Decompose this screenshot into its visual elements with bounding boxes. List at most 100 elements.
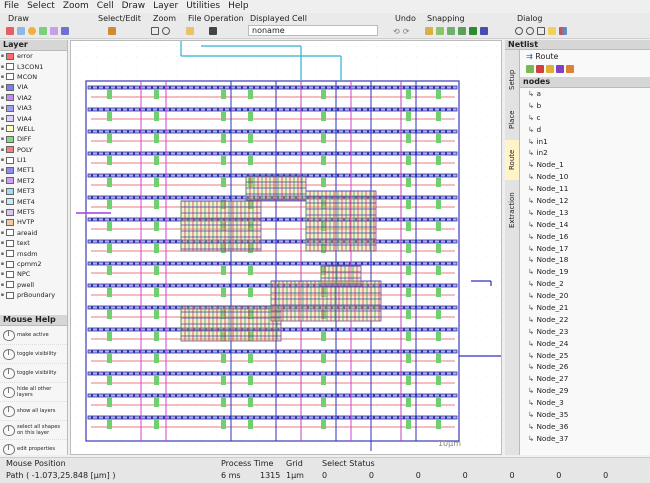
node-item[interactable]: Node_19 <box>520 266 650 278</box>
layer-row[interactable]: ▪ prBoundary <box>0 290 67 300</box>
tab-setup[interactable]: Setup <box>505 60 519 100</box>
menu-item[interactable]: Help <box>224 0 253 13</box>
route-tool-icon[interactable] <box>536 65 544 73</box>
visibility-checkbox[interactable]: ▪ <box>0 178 5 184</box>
node-item[interactable]: Node_12 <box>520 195 650 207</box>
tab-place[interactable]: Place <box>505 102 519 138</box>
layer-row[interactable]: ▪ WELL <box>0 124 67 134</box>
visibility-checkbox[interactable]: ▪ <box>0 282 5 288</box>
route-tool-icon[interactable] <box>566 65 574 73</box>
layer-row[interactable]: ▪ cpmm2 <box>0 259 67 269</box>
select-icon[interactable] <box>108 27 116 35</box>
node-item[interactable]: Node_35 <box>520 409 650 421</box>
layer-row[interactable]: ▪ MET3 <box>0 186 67 196</box>
layer-row[interactable]: ▪ VIA4 <box>0 113 67 123</box>
node-item[interactable]: Node_18 <box>520 254 650 266</box>
node-item[interactable]: Node_25 <box>520 350 650 362</box>
layer-row[interactable]: ▪ error <box>0 51 67 61</box>
node-item[interactable]: Node_14 <box>520 219 650 231</box>
layer-row[interactable]: ▪ text <box>0 238 67 248</box>
snap-vertical-icon[interactable] <box>447 27 455 35</box>
node-item[interactable]: b <box>520 100 650 112</box>
layer-row[interactable]: ▪ L3CON1 <box>0 61 67 71</box>
zoom-in-icon[interactable] <box>162 27 170 35</box>
node-item[interactable]: Node_23 <box>520 326 650 338</box>
polygon-icon[interactable] <box>17 27 25 35</box>
visibility-checkbox[interactable]: ▪ <box>0 105 5 111</box>
node-item[interactable]: d <box>520 124 650 136</box>
node-item[interactable]: Node_17 <box>520 243 650 255</box>
node-item[interactable]: Node_11 <box>520 183 650 195</box>
node-item[interactable]: Node_16 <box>520 231 650 243</box>
visibility-checkbox[interactable]: ▪ <box>0 126 5 132</box>
layer-row[interactable]: ▪ MET4 <box>0 196 67 206</box>
snap-grid-icon[interactable] <box>425 27 433 35</box>
visibility-checkbox[interactable]: ▪ <box>0 199 5 205</box>
menu-item[interactable]: Layer <box>149 0 182 13</box>
visibility-checkbox[interactable]: ▪ <box>0 240 5 246</box>
undo-icon[interactable]: ⟲ <box>393 27 400 36</box>
layer-row[interactable]: ▪ VIA2 <box>0 93 67 103</box>
snap-point-icon[interactable] <box>469 27 477 35</box>
node-item[interactable]: Node_20 <box>520 290 650 302</box>
layer-row[interactable]: ▪ DIFF <box>0 134 67 144</box>
layer-row[interactable]: ▪ LI1 <box>0 155 67 165</box>
menu-item[interactable]: Cell <box>93 0 118 13</box>
visibility-checkbox[interactable]: ▪ <box>0 74 5 80</box>
visibility-checkbox[interactable]: ▪ <box>0 292 5 298</box>
snap-edge-icon[interactable] <box>480 27 488 35</box>
node-item[interactable]: Node_1 <box>520 159 650 171</box>
visibility-checkbox[interactable]: ▪ <box>0 219 5 225</box>
visibility-checkbox[interactable]: ▪ <box>0 116 5 122</box>
visibility-checkbox[interactable]: ▪ <box>0 53 5 59</box>
layer-row[interactable]: ▪ NPC <box>0 269 67 279</box>
open-folder-icon[interactable] <box>186 27 194 35</box>
layer-row[interactable]: ▪ MCON <box>0 72 67 82</box>
text-tool-icon[interactable] <box>61 27 69 35</box>
snap-horizontal-icon[interactable] <box>458 27 466 35</box>
node-item[interactable]: Node_26 <box>520 361 650 373</box>
visibility-checkbox[interactable]: ▪ <box>0 147 5 153</box>
route-tool-icon[interactable] <box>546 65 554 73</box>
route-tool-icon[interactable] <box>526 65 534 73</box>
visibility-checkbox[interactable]: ▪ <box>0 95 5 101</box>
visibility-checkbox[interactable]: ▪ <box>0 271 5 277</box>
search-icon[interactable] <box>526 27 534 35</box>
visibility-checkbox[interactable]: ▪ <box>0 157 5 163</box>
node-item[interactable]: Node_21 <box>520 302 650 314</box>
visibility-checkbox[interactable]: ▪ <box>0 209 5 215</box>
layer-row[interactable]: ▪ pwell <box>0 280 67 290</box>
layer-row[interactable]: ▪ VIA3 <box>0 103 67 113</box>
tab-route[interactable]: Route <box>505 140 519 180</box>
displayed-cell-select[interactable]: noname <box>248 25 378 36</box>
visibility-checkbox[interactable]: ▪ <box>0 261 5 267</box>
menu-item[interactable]: Zoom <box>59 0 93 13</box>
node-item[interactable]: Node_3 <box>520 397 650 409</box>
layer-row[interactable]: ▪ VIA <box>0 82 67 92</box>
layer-row[interactable]: ▪ MET5 <box>0 207 67 217</box>
node-item[interactable]: Node_13 <box>520 207 650 219</box>
node-item[interactable]: c <box>520 112 650 124</box>
layer-dialog-icon[interactable] <box>537 27 545 35</box>
circle-icon[interactable] <box>28 27 36 35</box>
rectangle-icon[interactable] <box>6 27 14 35</box>
visibility-checkbox[interactable]: ▪ <box>0 251 5 257</box>
menu-item[interactable]: File <box>0 0 23 13</box>
route-tool-icon[interactable] <box>556 65 564 73</box>
menu-item[interactable]: Select <box>23 0 59 13</box>
snap-angle-icon[interactable] <box>436 27 444 35</box>
node-item[interactable]: a <box>520 88 650 100</box>
cell-ref-icon[interactable] <box>50 27 58 35</box>
color-icon[interactable] <box>559 27 567 35</box>
find-icon[interactable] <box>515 27 523 35</box>
visibility-checkbox[interactable]: ▪ <box>0 230 5 236</box>
layer-row[interactable]: ▪ rnsdm <box>0 248 67 258</box>
visibility-checkbox[interactable]: ▪ <box>0 136 5 142</box>
node-item[interactable]: Node_29 <box>520 385 650 397</box>
node-item[interactable]: Node_24 <box>520 338 650 350</box>
visibility-checkbox[interactable]: ▪ <box>0 167 5 173</box>
node-item[interactable]: Node_27 <box>520 373 650 385</box>
layer-row[interactable]: ▪ POLY <box>0 145 67 155</box>
visibility-checkbox[interactable]: ▪ <box>0 188 5 194</box>
redo-icon[interactable]: ⟳ <box>403 27 410 36</box>
